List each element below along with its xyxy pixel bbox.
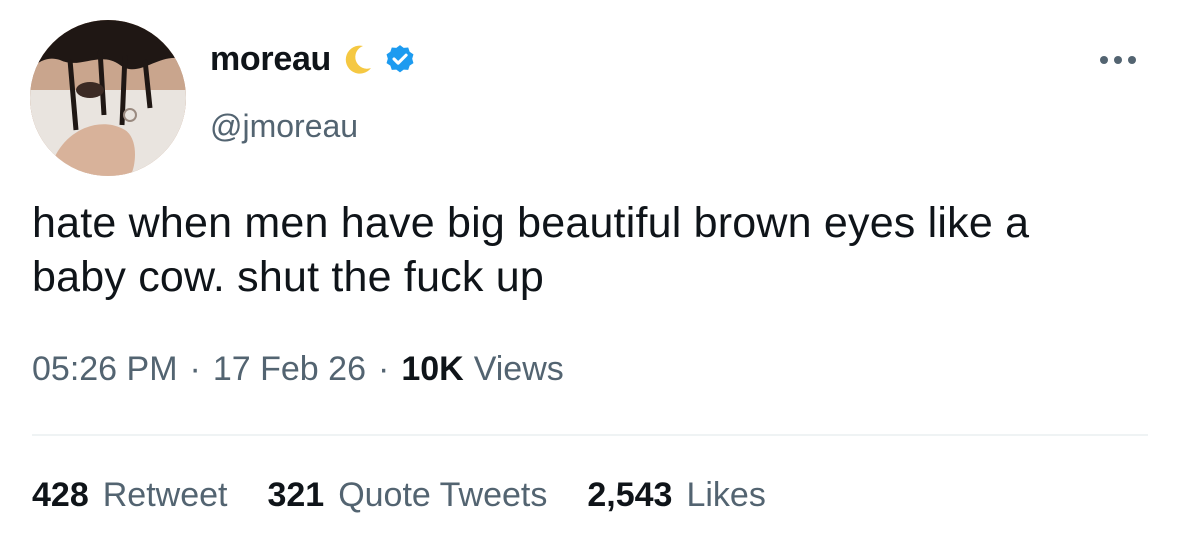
author-name-row: moreau: [210, 40, 417, 79]
views-label: Views: [473, 350, 564, 388]
likes-count: 2,543: [587, 476, 673, 514]
crescent-moon-icon: [339, 42, 375, 78]
quote-tweets-count: 321: [267, 476, 325, 514]
tweet-time[interactable]: 05:26 PM: [32, 350, 178, 389]
verified-badge-icon: [383, 43, 417, 77]
retweet-label: Retweet: [102, 476, 228, 514]
quote-tweets-label: Quote Tweets: [338, 476, 548, 514]
tweet-meta: 05:26 PM · 17 Feb 26 · 10K Views: [32, 350, 564, 389]
meta-separator: ·: [189, 350, 201, 388]
retweet-count: 428: [32, 476, 89, 514]
likes-label: Likes: [686, 476, 766, 514]
engagement-stats: 428 Retweet 321 Quote Tweets 2,543 Likes: [32, 476, 806, 515]
likes-stat[interactable]: 2,543 Likes: [587, 476, 765, 515]
author-display-name[interactable]: moreau: [210, 40, 331, 79]
avatar[interactable]: [30, 20, 186, 176]
divider: [32, 434, 1148, 436]
meta-separator: ·: [377, 350, 390, 388]
more-options-icon[interactable]: [1100, 56, 1136, 64]
author-handle[interactable]: @jmoreau: [210, 108, 358, 145]
tweet-text: hate when men have big beautiful brown e…: [32, 199, 1030, 301]
tweet-date[interactable]: 17 Feb 26: [213, 350, 366, 389]
quote-tweets-stat[interactable]: 321 Quote Tweets: [267, 476, 547, 515]
avatar-photo: [30, 20, 186, 176]
views-count: 10K: [401, 350, 464, 388]
retweet-stat[interactable]: 428 Retweet: [32, 476, 227, 515]
